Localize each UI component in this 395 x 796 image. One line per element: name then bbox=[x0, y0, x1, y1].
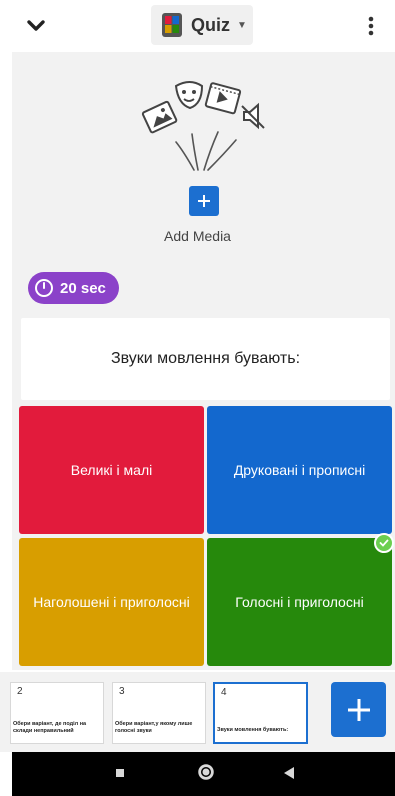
slide-title: Обери варіант, де поділ на склади неправ… bbox=[13, 720, 87, 734]
slide-number: 4 bbox=[221, 687, 227, 698]
theater-mask-icon bbox=[174, 81, 204, 110]
time-limit-label: 20 sec bbox=[60, 279, 106, 297]
recent-apps-icon[interactable] bbox=[116, 769, 124, 777]
correct-answer-badge[interactable] bbox=[374, 533, 394, 553]
slide-thumbnail-4[interactable]: 4 Звуки мовлення бувають: bbox=[213, 682, 308, 744]
plus-icon bbox=[347, 698, 370, 721]
collapse-button[interactable] bbox=[24, 14, 48, 38]
add-media-button[interactable] bbox=[189, 186, 219, 216]
question-type-label: Quiz bbox=[191, 14, 230, 35]
plus-icon bbox=[198, 195, 210, 207]
image-icon bbox=[141, 100, 178, 134]
media-illustration bbox=[141, 81, 265, 171]
more-options-button[interactable] bbox=[361, 12, 381, 40]
add-media-label: Add Media bbox=[164, 228, 231, 244]
question-text: Звуки мовлення бувають: bbox=[110, 350, 301, 367]
answer-text-3: Наголошені і приголосні bbox=[33, 594, 190, 610]
slide-thumbnail-2[interactable]: 2 Обери варіант, де поділ на склади непр… bbox=[10, 682, 104, 744]
home-icon[interactable] bbox=[197, 763, 215, 781]
answer-text-1: Великі і малі bbox=[70, 462, 153, 478]
slide-title: Звуки мовлення бувають: bbox=[217, 726, 289, 733]
caret-down-icon: ▼ bbox=[237, 19, 247, 31]
clock-icon bbox=[35, 279, 53, 297]
slide-title: Обери варіант,у якому лише голосні звуки bbox=[115, 720, 193, 734]
slide-number: 2 bbox=[17, 686, 23, 697]
slide-thumbnail-3[interactable]: 3 Обери варіант,у якому лише голосні зву… bbox=[112, 682, 206, 744]
quiz-icon bbox=[162, 13, 182, 37]
answer-option-4[interactable]: Голосні і приголосні bbox=[207, 533, 394, 666]
answer-option-3[interactable]: Наголошені і приголосні bbox=[19, 538, 204, 666]
answer-text-2: Друковані і прописні bbox=[233, 462, 366, 478]
audio-muted-icon bbox=[241, 102, 265, 130]
answer-option-2[interactable]: Друковані і прописні bbox=[207, 406, 392, 534]
time-limit-button[interactable]: 20 sec bbox=[28, 272, 119, 304]
add-slide-button[interactable] bbox=[331, 682, 386, 737]
chevron-down-icon bbox=[27, 20, 45, 31]
back-icon[interactable] bbox=[283, 766, 295, 780]
question-text-field[interactable]: Звуки мовлення бувають: bbox=[21, 318, 390, 400]
question-type-dropdown[interactable]: Quiz ▼ bbox=[151, 5, 253, 45]
answer-text-4: Голосні і приголосні bbox=[235, 594, 364, 610]
checkmark-icon bbox=[379, 539, 389, 547]
slide-number: 3 bbox=[119, 686, 125, 697]
answer-option-1[interactable]: Великі і малі bbox=[19, 406, 204, 534]
more-vertical-icon bbox=[368, 16, 374, 36]
video-icon bbox=[204, 82, 242, 115]
